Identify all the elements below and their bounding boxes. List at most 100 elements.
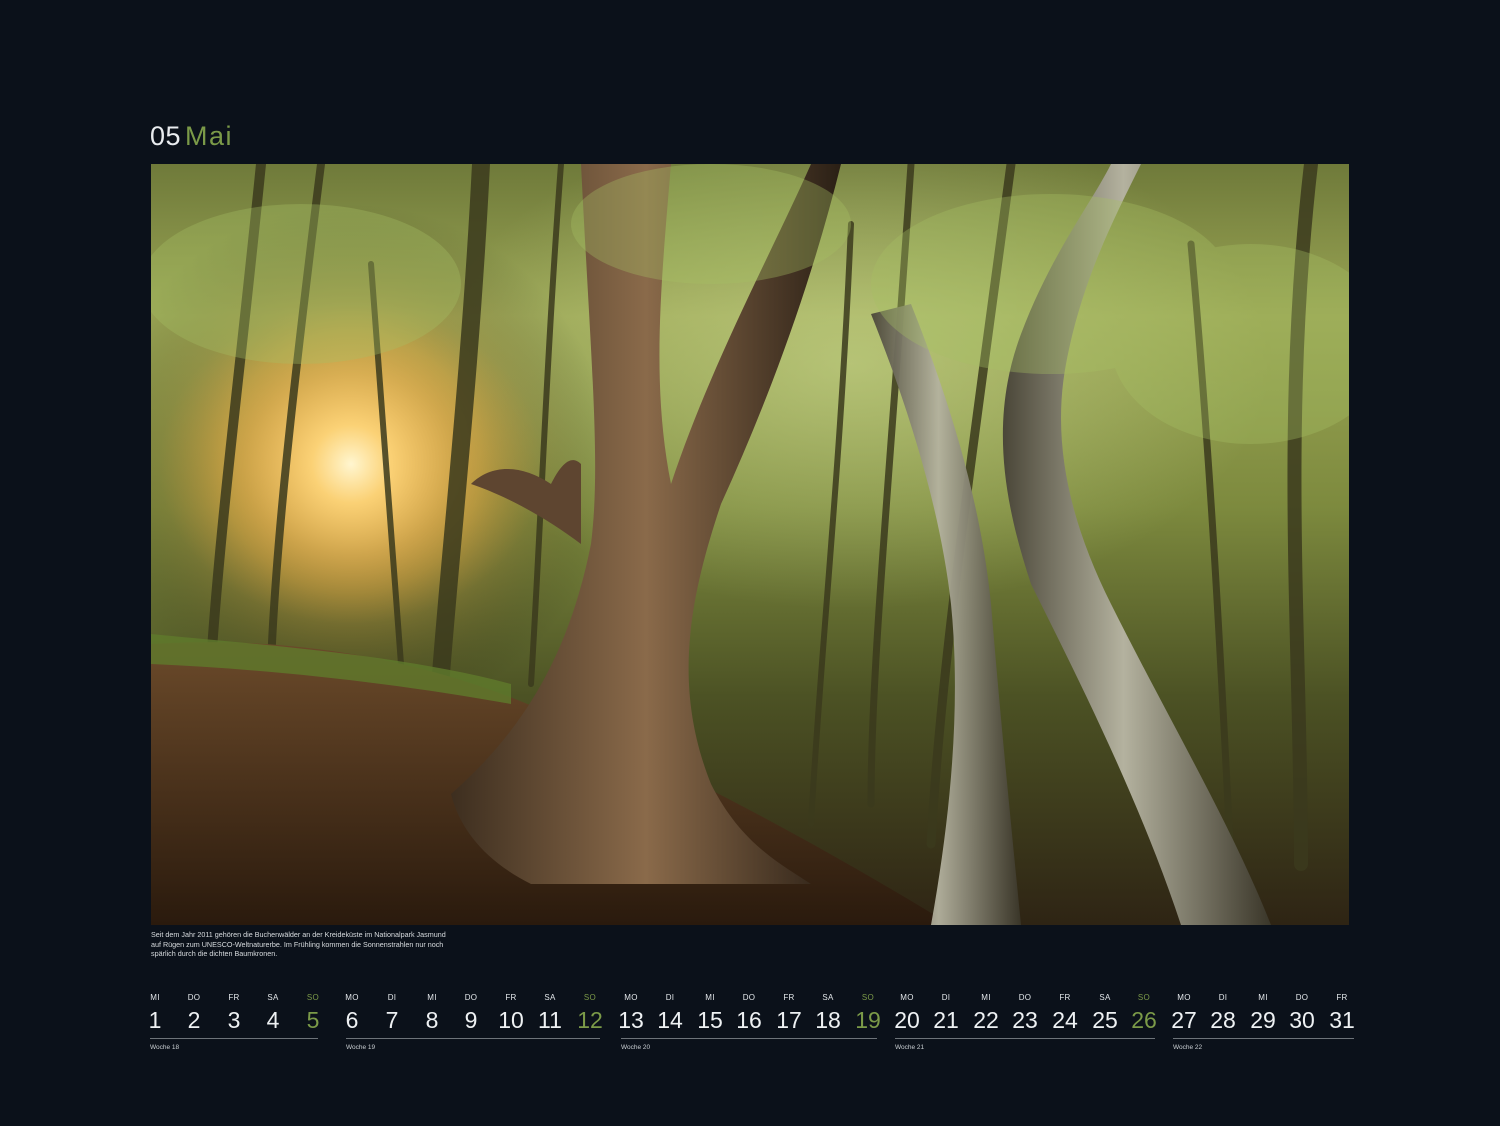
day-number: 13 xyxy=(618,1007,644,1033)
weekday-label: MO xyxy=(345,993,359,1002)
weekday-label: SO xyxy=(1137,993,1151,1002)
calendar-day: DO 23 xyxy=(1005,993,1045,1035)
day-number: 22 xyxy=(973,1007,999,1033)
calendar-day: FR 24 xyxy=(1045,993,1085,1035)
weekday-label: SA xyxy=(1099,993,1111,1002)
calendar-day: FR 3 xyxy=(214,993,254,1035)
week-label: Woche 22 xyxy=(1173,1044,1203,1051)
day-number: 10 xyxy=(498,1007,524,1033)
week-separator: Woche 18 xyxy=(150,1038,318,1059)
weekday-label: MO xyxy=(1177,993,1191,1002)
calendar-day: MI 15 xyxy=(690,993,730,1035)
weekday-label: MI xyxy=(150,993,160,1002)
day-number: 9 xyxy=(464,1007,478,1033)
week-label: Woche 20 xyxy=(621,1044,651,1051)
month-number: 05 xyxy=(150,121,182,151)
day-number: 31 xyxy=(1329,1007,1355,1033)
calendar-day: MI 29 xyxy=(1243,993,1283,1035)
day-number: 25 xyxy=(1092,1007,1118,1033)
weekday-label: FR xyxy=(228,993,240,1002)
forest-photo xyxy=(151,164,1349,925)
calendar-day: DO 30 xyxy=(1282,993,1322,1035)
day-number: 21 xyxy=(933,1007,959,1033)
weekday-label: DO xyxy=(742,993,756,1002)
weekday-label: SA xyxy=(544,993,556,1002)
day-number: 16 xyxy=(736,1007,762,1033)
calendar-day: DI 14 xyxy=(650,993,690,1035)
day-number: 11 xyxy=(538,1007,562,1033)
day-number: 12 xyxy=(577,1007,603,1033)
weekday-label: MI xyxy=(427,993,437,1002)
calendar-day: MO 6 xyxy=(332,993,372,1035)
month-title: 05 Mai xyxy=(150,120,233,152)
weekday-label: FR xyxy=(505,993,517,1002)
weekday-label: MI xyxy=(1258,993,1268,1002)
calendar-day: SO 5 xyxy=(293,993,333,1035)
day-number: 19 xyxy=(855,1007,881,1033)
week-separator: Woche 21 xyxy=(895,1038,1155,1059)
calendar-day: MO 27 xyxy=(1164,993,1204,1035)
weekday-label: DO xyxy=(187,993,201,1002)
day-number: 4 xyxy=(266,1007,280,1033)
week-label: Woche 19 xyxy=(346,1044,376,1051)
day-number: 18 xyxy=(815,1007,841,1033)
day-number: 1 xyxy=(148,1007,162,1033)
weekday-label: FR xyxy=(783,993,795,1002)
week-label: Woche 18 xyxy=(150,1044,180,1051)
day-number: 23 xyxy=(1012,1007,1038,1033)
calendar-day: DO 9 xyxy=(451,993,491,1035)
photo-caption: Seit dem Jahr 2011 gehören die Buchenwäl… xyxy=(151,930,446,959)
calendar-day: MI 1 xyxy=(135,993,175,1035)
day-number: 20 xyxy=(894,1007,920,1033)
calendar-day: FR 17 xyxy=(769,993,809,1035)
calendar-day: MO 13 xyxy=(611,993,651,1035)
weekday-label: SO xyxy=(861,993,875,1002)
weekday-label: MO xyxy=(900,993,914,1002)
weekday-label: MI xyxy=(705,993,715,1002)
week-separator: Woche 22 xyxy=(1173,1038,1354,1059)
weekday-label: FR xyxy=(1336,993,1348,1002)
calendar-day: MI 8 xyxy=(412,993,452,1035)
weekday-label: DI xyxy=(941,993,951,1002)
weekday-label: DI xyxy=(387,993,397,1002)
calendar-day: DI 7 xyxy=(372,993,412,1035)
calendar-day: SA 18 xyxy=(808,993,848,1035)
day-number: 28 xyxy=(1210,1007,1236,1033)
weekday-label: DI xyxy=(1218,993,1228,1002)
weekday-label: MO xyxy=(624,993,638,1002)
calendar-day: DO 2 xyxy=(174,993,214,1035)
calendar-day: MI 22 xyxy=(966,993,1006,1035)
weekday-label: SO xyxy=(583,993,597,1002)
calendar-day: DO 16 xyxy=(729,993,769,1035)
weekday-label: DI xyxy=(665,993,675,1002)
calendar-day: FR 10 xyxy=(491,993,531,1035)
calendar-day: SO 19 xyxy=(848,993,888,1035)
calendar-day: DI 28 xyxy=(1203,993,1243,1035)
weekday-label: DO xyxy=(464,993,478,1002)
week-label: Woche 21 xyxy=(895,1044,925,1051)
calendar-day: FR 31 xyxy=(1322,993,1362,1035)
day-number: 2 xyxy=(187,1007,201,1033)
day-number: 17 xyxy=(776,1007,802,1033)
day-number: 8 xyxy=(425,1007,439,1033)
weekday-label: SO xyxy=(306,993,320,1002)
calendar-day: SO 26 xyxy=(1124,993,1164,1035)
weekday-label: SA xyxy=(267,993,279,1002)
day-number: 27 xyxy=(1171,1007,1197,1033)
weekday-label: MI xyxy=(981,993,991,1002)
day-number: 30 xyxy=(1289,1007,1315,1033)
weekday-label: FR xyxy=(1059,993,1071,1002)
day-number: 29 xyxy=(1250,1007,1276,1033)
day-number: 3 xyxy=(227,1007,241,1033)
calendar-day: DI 21 xyxy=(926,993,966,1035)
calendar-day: SA 11 xyxy=(530,993,570,1035)
day-number: 15 xyxy=(697,1007,723,1033)
forest-illustration xyxy=(151,164,1349,925)
weekday-label: DO xyxy=(1295,993,1309,1002)
calendar-day: SA 25 xyxy=(1085,993,1125,1035)
day-number: 24 xyxy=(1052,1007,1078,1033)
week-separator: Woche 19 xyxy=(346,1038,600,1059)
week-separator: Woche 20 xyxy=(621,1038,877,1059)
day-number: 26 xyxy=(1131,1007,1157,1033)
weekday-label: DO xyxy=(1018,993,1032,1002)
